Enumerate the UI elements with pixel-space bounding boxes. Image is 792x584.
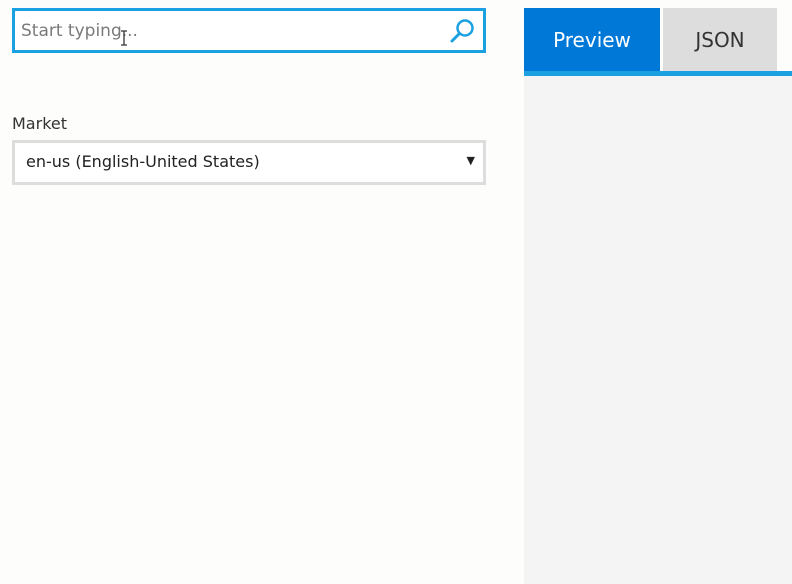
tab-bar: Preview JSON bbox=[524, 8, 792, 76]
preview-panel bbox=[524, 76, 792, 584]
tab-preview[interactable]: Preview bbox=[524, 8, 660, 71]
market-select-value: en-us (English-United States) bbox=[26, 152, 260, 171]
tab-json[interactable]: JSON bbox=[663, 8, 777, 71]
search-box[interactable] bbox=[12, 8, 486, 53]
market-label: Market bbox=[12, 114, 67, 133]
market-select[interactable]: en-us (English-United States) ▼ bbox=[12, 140, 486, 185]
dropdown-arrow-icon: ▼ bbox=[466, 154, 475, 167]
search-input[interactable] bbox=[15, 11, 435, 50]
search-icon[interactable] bbox=[449, 17, 477, 45]
